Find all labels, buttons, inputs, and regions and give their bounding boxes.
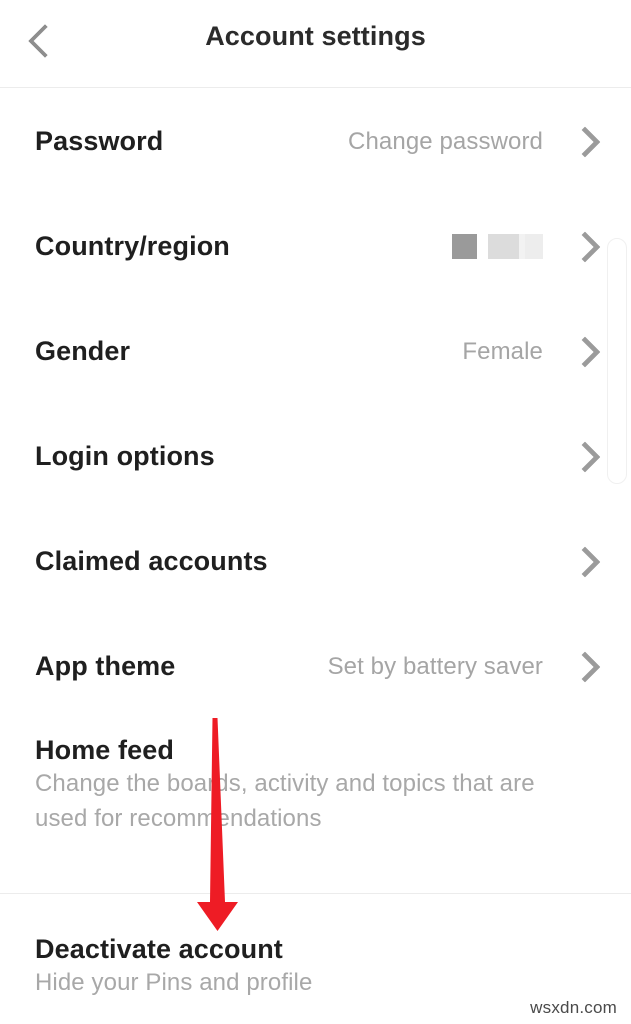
home-feed-title: Home feed	[35, 735, 174, 765]
setting-row-gender[interactable]: Gender Female	[0, 299, 631, 404]
deactivate-title: Deactivate account	[35, 934, 283, 964]
setting-row-password[interactable]: Password Change password	[0, 89, 631, 194]
setting-row-claimed-accounts[interactable]: Claimed accounts	[0, 509, 631, 614]
row-label: Claimed accounts	[35, 546, 268, 576]
redacted-value	[452, 234, 543, 260]
setting-row-app-theme[interactable]: App theme Set by battery saver	[0, 614, 631, 719]
row-label: Country/region	[35, 231, 230, 261]
row-right: Female	[462, 299, 631, 404]
home-feed-description: Change the boards, activity and topics t…	[35, 770, 535, 832]
header-bar: Account settings	[0, 0, 631, 88]
row-value: Female	[462, 337, 543, 365]
row-value: Change password	[348, 127, 543, 155]
row-label: Password	[35, 126, 164, 156]
setting-row-login-options[interactable]: Login options	[0, 404, 631, 509]
chevron-right-icon[interactable]	[569, 89, 631, 194]
page-title: Account settings	[205, 21, 426, 51]
scrollbar[interactable]	[607, 238, 627, 484]
row-right: Set by battery saver	[328, 614, 631, 719]
deactivate-description: Hide your Pins and profile	[35, 969, 313, 996]
setting-row-country-region[interactable]: Country/region	[0, 194, 631, 299]
watermark: wsxdn.com	[530, 998, 617, 1017]
row-label: App theme	[35, 651, 176, 681]
row-right: Change password	[348, 89, 631, 194]
section-divider	[0, 893, 631, 894]
setting-row-deactivate-account[interactable]: Deactivate account Hide your Pins and pr…	[0, 934, 631, 1000]
row-value: Set by battery saver	[327, 652, 543, 680]
chevron-right-icon[interactable]	[569, 614, 631, 719]
settings-list: Password Change password Country/region …	[0, 89, 631, 719]
row-label: Login options	[35, 441, 215, 471]
account-settings-screen: Account settings Password Change passwor…	[0, 0, 631, 1024]
row-right	[452, 194, 631, 299]
chevron-right-icon[interactable]	[569, 509, 631, 614]
row-label: Gender	[35, 336, 131, 366]
row-right	[543, 509, 631, 614]
setting-row-home-feed[interactable]: Home feed Change the boards, activity an…	[0, 735, 631, 836]
